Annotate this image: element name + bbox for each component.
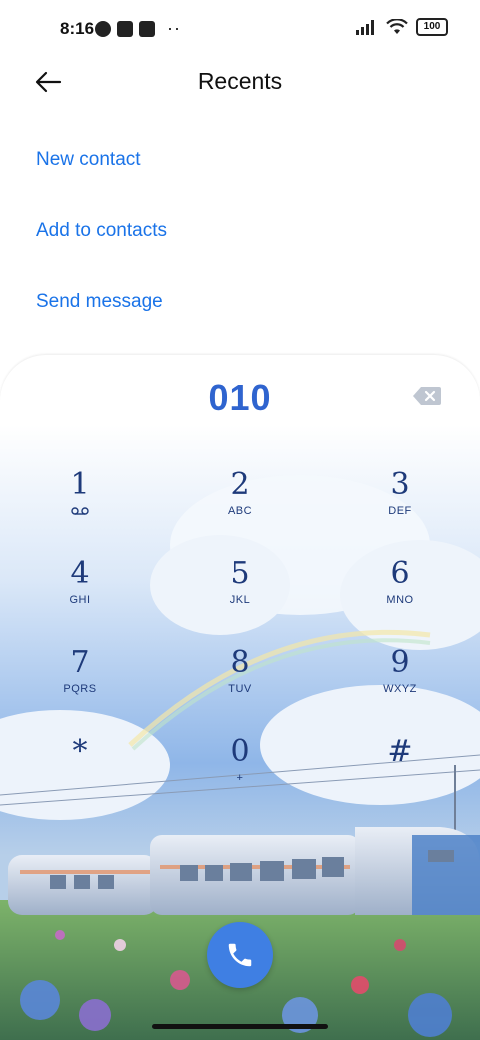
- key-letters: ABC: [227, 505, 253, 517]
- key-digit: *: [72, 734, 88, 769]
- more-notifications-icon: ··: [167, 18, 181, 38]
- key-digit: 7: [70, 645, 90, 680]
- key-letters: DEF: [388, 505, 412, 517]
- key-5[interactable]: 5 JKL: [175, 556, 305, 636]
- call-button[interactable]: [207, 922, 273, 988]
- key-digit: 4: [70, 556, 90, 591]
- key-digit: 9: [390, 645, 410, 680]
- key-digit: 3: [390, 467, 410, 502]
- backspace-icon[interactable]: [412, 385, 442, 407]
- wifi-icon: [386, 19, 408, 34]
- battery-indicator: 100: [416, 18, 448, 36]
- status-right: 100: [356, 18, 448, 36]
- key-letters: PQRS: [63, 683, 97, 695]
- key-9[interactable]: 9 WXYZ: [335, 645, 465, 725]
- page-title: Recents: [197, 68, 283, 94]
- dialed-number: 010: [208, 377, 272, 418]
- key-6[interactable]: 6 MNO: [335, 556, 465, 636]
- key-hash[interactable]: #: [335, 734, 465, 814]
- key-7[interactable]: 7 PQRS: [15, 645, 145, 725]
- key-star[interactable]: *: [15, 734, 145, 814]
- key-letters: MNO: [386, 594, 414, 606]
- key-2[interactable]: 2 ABC: [175, 467, 305, 547]
- key-0[interactable]: 0 +: [175, 734, 305, 814]
- status-time: 8:16: [60, 19, 95, 38]
- phone-icon: [228, 943, 252, 967]
- send-message-link[interactable]: Send message: [36, 291, 163, 313]
- key-digit: 8: [230, 645, 250, 680]
- key-1[interactable]: 1: [15, 467, 145, 547]
- upload-notification-icon: [139, 20, 155, 37]
- key-letters: WXYZ: [383, 683, 417, 695]
- key-digit: 5: [230, 556, 250, 591]
- key-letters: +: [236, 772, 244, 784]
- app-notification-icon: [117, 20, 133, 37]
- key-digit: 2: [230, 467, 250, 502]
- key-digit: 0: [230, 734, 250, 769]
- header: Recents: [0, 56, 480, 108]
- dialer-panel: 010 1 2 ABC 3 DEF 4 GHI 5 JKL 6 MNO 7 PQ…: [0, 355, 480, 1040]
- key-4[interactable]: 4 GHI: [15, 556, 145, 636]
- key-letters: TUV: [228, 683, 252, 695]
- key-3[interactable]: 3 DEF: [335, 467, 465, 547]
- key-digit: #: [387, 734, 413, 769]
- app-notification-icon: [95, 20, 111, 37]
- status-bar: 8:16 ·· 100: [0, 0, 480, 56]
- key-letters: JKL: [229, 594, 251, 606]
- add-to-contacts-link[interactable]: Add to contacts: [36, 220, 167, 242]
- key-digit: 1: [70, 467, 90, 502]
- notification-icons: ··: [95, 18, 181, 39]
- key-letters: GHI: [69, 594, 91, 606]
- key-8[interactable]: 8 TUV: [175, 645, 305, 725]
- key-digit: 6: [390, 556, 410, 591]
- new-contact-link[interactable]: New contact: [36, 149, 141, 171]
- voicemail-icon: [71, 507, 89, 515]
- signal-icon: [356, 20, 374, 35]
- home-indicator[interactable]: [152, 1024, 328, 1029]
